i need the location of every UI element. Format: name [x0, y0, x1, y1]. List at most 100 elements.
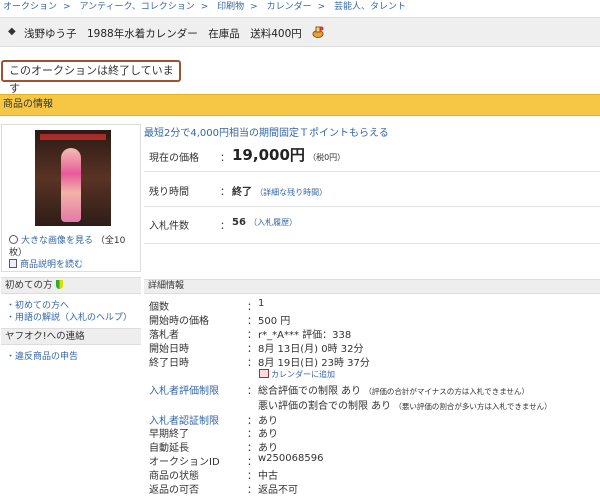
thumbnail-title-band — [40, 134, 106, 140]
details-header: 詳細情報 — [144, 279, 600, 294]
detail-label: 終了日時 — [149, 358, 189, 369]
sidebar-beginners-header: 初めての方 — [1, 277, 141, 294]
product-image-panel: 大きな画像を見る （全10 枚） 商品説明を読む — [1, 124, 141, 272]
eval-limit-line2: 悪い評価の割合での制限 あり — [258, 401, 392, 412]
time-left-label: 残り時間 — [149, 187, 189, 198]
watchlist-icon[interactable] — [311, 25, 325, 39]
breadcrumb-item[interactable]: オークション — [3, 0, 57, 14]
colon: ： — [247, 386, 257, 397]
product-thumbnail[interactable] — [35, 130, 111, 226]
breadcrumb-item[interactable]: カレンダー — [267, 0, 312, 14]
detail-value: 1 — [258, 298, 265, 309]
sidebar-item-report-violation[interactable]: 違反商品の申告 — [6, 349, 78, 362]
colon: ： — [247, 485, 257, 496]
price-value-row: 19,000円 （税0円） — [232, 144, 345, 165]
eval-limit-link[interactable]: 入札者評価制限 — [149, 382, 219, 397]
detail-label: 開始時の価格 — [149, 316, 209, 327]
sidebar-contact-header: ヤフオク!への連絡 — [1, 328, 141, 345]
detail-value: 8月 13日(月) 0時 32分 — [258, 344, 364, 355]
time-left-row: 終了 （詳細な残り時間） — [232, 183, 327, 198]
detail-value: 中古 — [258, 471, 278, 482]
colon: ： — [247, 358, 257, 369]
colon: ： — [247, 302, 257, 313]
colon: ： — [247, 471, 257, 482]
chevron-right-icon: > — [317, 2, 326, 12]
colon: ： — [220, 153, 230, 164]
colon: ： — [247, 443, 257, 454]
detail-value: あり — [258, 429, 278, 440]
beginner-mark-icon — [55, 280, 63, 289]
colon: ： — [220, 221, 230, 232]
magnifier-icon — [9, 235, 18, 244]
eval-limit-line1: 総合評価での制限 あり — [258, 386, 362, 397]
auction-title: 浅野ゆう子 1988年水着カレンダー 在庫品 送料400円 — [24, 28, 302, 40]
sidebar-item-glossary[interactable]: 用語の解説（入札のヘルプ） — [6, 310, 132, 323]
detail-value: 500 円 — [258, 316, 291, 327]
colon: ： — [247, 429, 257, 440]
detail-row: 早期終了 ： あり — [149, 425, 599, 440]
breadcrumb-item[interactable]: 芸能人、タレント — [334, 0, 406, 14]
detail-label: 商品の状態 — [149, 471, 199, 482]
price-label: 現在の価格 — [149, 153, 199, 164]
chevron-right-icon: > — [63, 2, 71, 12]
bids-row: 56 （入札履歴） — [232, 217, 297, 228]
read-description-link[interactable]: 商品説明を読む — [20, 260, 83, 270]
time-left-value: 終了 — [232, 187, 252, 198]
winner-value[interactable]: r*_*A*** 評価：338 — [258, 326, 351, 341]
breadcrumb: オークション > アンティーク、コレクション > 印刷物 > カレンダー > 芸能人、タ… — [0, 0, 600, 14]
auction-title-bar: ◆ 浅野ゆう子 1988年水着カレンダー 在庫品 送料400円 — [0, 17, 600, 47]
colon: ： — [220, 187, 230, 198]
price-tax: （税0円） — [308, 153, 346, 162]
product-info-header: 商品の情報 — [0, 94, 600, 116]
chevron-right-icon: > — [200, 2, 209, 12]
colon: ： — [247, 344, 257, 355]
colon: ： — [247, 457, 257, 468]
time-left-detail-link[interactable]: （詳細な残り時間） — [255, 188, 327, 197]
image-count: （全10 — [95, 236, 126, 246]
add-to-calendar[interactable]: カレンダーに追加 — [259, 369, 335, 380]
tpoint-promo-link[interactable]: 最短2分で4,000円相当の期間固定Ｔポイントもらえる — [144, 124, 389, 139]
thumbnail-figure — [61, 148, 81, 222]
detail-row: 開始時の価格 ： 500 円 — [149, 312, 599, 327]
detail-label: オークションID — [149, 457, 220, 468]
breadcrumb-item[interactable]: アンティーク、コレクション — [79, 0, 194, 14]
bid-count: 56 — [232, 217, 246, 228]
price-summary: 現在の価格 ： 19,000円 （税0円） 残り時間 ： 終了 （詳細な残り時間… — [144, 139, 600, 267]
detail-label: 早期終了 — [149, 429, 189, 440]
detail-row: 終了日時 ： 8月 19日(日) 23時 37分 — [149, 354, 599, 369]
eval-limit-note1: （評価の合計がマイナスの方は入札できません） — [364, 387, 529, 396]
detail-row: 商品の状態 ： 中古 — [149, 467, 599, 482]
detail-label: 落札者 — [149, 330, 179, 341]
breadcrumb-item[interactable]: 印刷物 — [217, 0, 244, 14]
detail-value: あり — [258, 443, 278, 454]
detail-label: 自動延長 — [149, 443, 189, 454]
document-icon — [9, 259, 17, 268]
chevron-right-icon: > — [250, 2, 258, 12]
bid-history-link[interactable]: （入札履歴） — [249, 218, 297, 227]
detail-row: 個数 ： 1 — [149, 298, 599, 313]
detail-row: 落札者 ： r*_*A*** 評価：338 — [149, 326, 599, 341]
detail-value: 返品不可 — [258, 485, 298, 496]
detail-row: 返品の可否 ： 返品不可 — [149, 481, 599, 496]
detail-label: 個数 — [149, 302, 169, 313]
enlarge-image-link[interactable]: 大きな画像を見る — [21, 236, 93, 246]
colon: ： — [247, 316, 257, 327]
current-price: 19,000円 — [232, 146, 305, 164]
calendar-icon — [259, 369, 269, 378]
colon: ： — [247, 330, 257, 341]
eval-limit-note2: （悪い評価の割合が多い方は入札できません） — [394, 402, 552, 411]
auction-ended-banner: このオークションは終了しています — [1, 60, 181, 95]
detail-row: オークションID ： w250068596 — [149, 453, 599, 468]
sidebar-beginners-title: 初めての方 — [5, 280, 53, 291]
add-to-calendar-link[interactable]: カレンダーに追加 — [271, 370, 335, 379]
detail-row: 入札者認証制限 ： あり — [149, 412, 599, 427]
bids-label: 入札件数 — [149, 221, 189, 232]
detail-label: 開始日時 — [149, 344, 189, 355]
diamond-bullet-icon: ◆ — [8, 26, 16, 37]
read-description-row: 商品説明を読む — [9, 257, 83, 270]
detail-row: 開始日時 ： 8月 13日(月) 0時 32分 — [149, 340, 599, 355]
detail-label: 返品の可否 — [149, 485, 199, 496]
eval-limit-values: 総合評価での制限 あり （評価の合計がマイナスの方は入札できません） 悪い評価の… — [258, 382, 552, 412]
detail-row: 自動延長 ： あり — [149, 439, 599, 454]
auction-id-value: w250068596 — [258, 453, 324, 464]
